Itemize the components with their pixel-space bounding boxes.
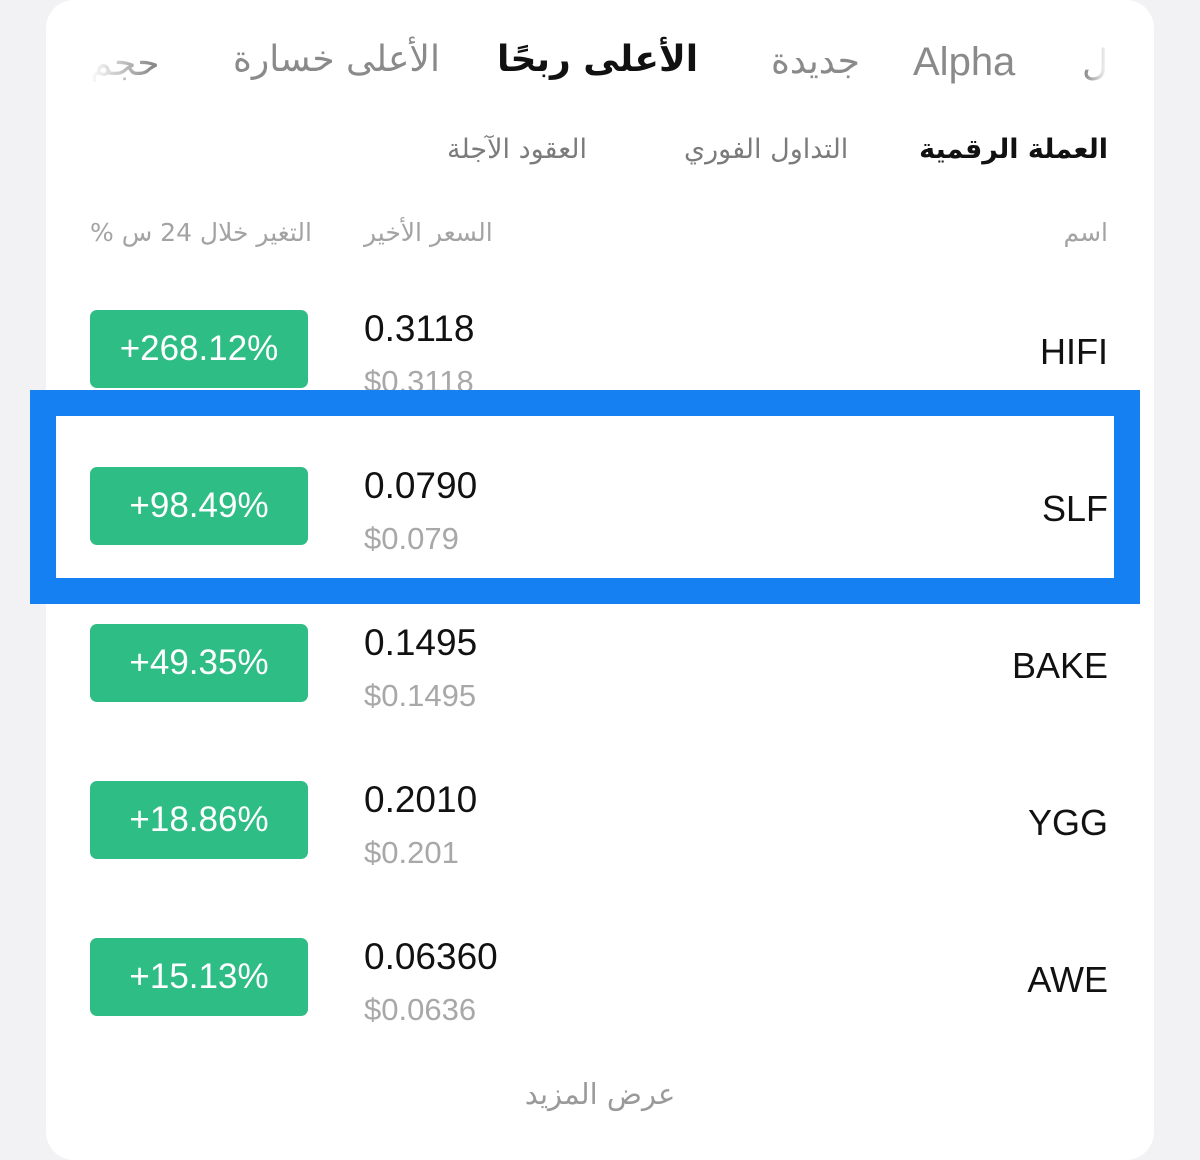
pair-symbol: HIFI [1040,331,1108,372]
tab-overflow[interactable]: ل [1082,46,1108,82]
last-price: 0.3118 [364,308,475,349]
change-badge: +268.12% [90,310,308,388]
table-row[interactable]: +18.86% 0.2010 $0.201 YGG [0,767,1200,917]
subtab-crypto[interactable]: العملة الرقمية [919,136,1108,163]
show-more-link[interactable]: عرض المزيد [0,1080,1200,1109]
subtab-futures[interactable]: العقود الآجلة [447,136,587,163]
column-header-change[interactable]: % التغير خلال 24 س [90,220,312,245]
usd-price: $0.1495 [364,678,477,713]
pair-symbol: AWE [1027,959,1108,1000]
last-price: 0.2010 [364,779,478,820]
table-row[interactable]: +49.35% 0.1495 $0.1495 BAKE [0,610,1200,760]
tab-top-gainers[interactable]: الأعلى ربحًا [497,42,698,78]
change-badge: +15.13% [90,938,308,1016]
usd-price: $0.201 [364,835,459,870]
column-header-name[interactable]: اسم [1063,220,1108,245]
pair-symbol: YGG [1027,802,1108,843]
usd-price: $0.0636 [364,992,477,1027]
tab-top-losers[interactable]: الأعلى خسارة [233,42,440,78]
row-highlight-box [30,390,1140,604]
change-badge: +18.86% [90,781,308,859]
column-header-last-price[interactable]: السعر الأخير [364,220,493,245]
tab-volume[interactable]: حجم [90,46,159,82]
subtab-spot[interactable]: التداول الفوري [684,136,848,163]
tab-new[interactable]: جديدة [771,44,860,80]
last-price: 0.1495 [364,622,478,663]
last-price: 0.06360 [364,936,498,977]
table-row[interactable]: +15.13% 0.06360 $0.0636 AWE [0,924,1200,1074]
change-badge: +49.35% [90,624,308,702]
tab-alpha[interactable]: Alpha [913,42,1015,82]
pair-symbol: BAKE [1011,645,1108,686]
